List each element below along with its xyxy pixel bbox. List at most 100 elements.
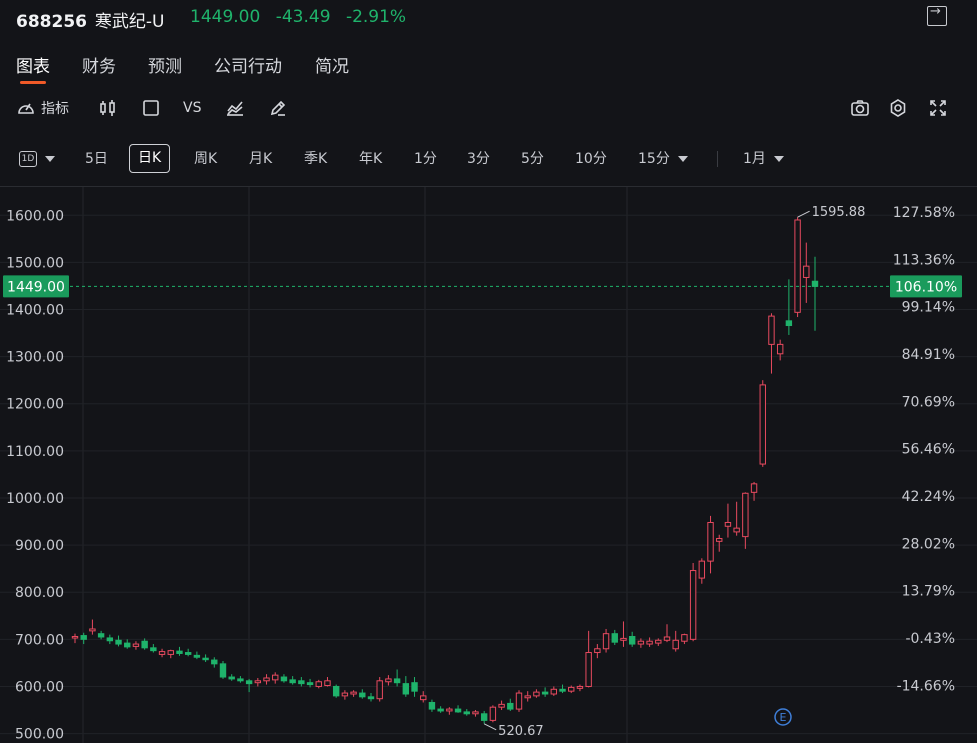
candle-body (420, 695, 427, 701)
settings-button[interactable] (888, 95, 908, 121)
price-change-pct: -2.91% (345, 7, 407, 27)
period-1min[interactable]: 1分 (414, 144, 437, 174)
candle-body (646, 640, 653, 645)
type-badge: 1D (18, 151, 38, 167)
period-weekly[interactable]: 周K (194, 144, 217, 174)
right-tick-label: 56.46% (902, 442, 955, 458)
candle (341, 690, 349, 700)
y-tick-label: 1600.00 (6, 208, 64, 224)
candle (411, 677, 418, 697)
candle (106, 634, 114, 645)
y-tick-label: 600.00 (15, 679, 64, 695)
candle (759, 380, 766, 467)
indicator-button[interactable]: 指标 (16, 95, 69, 121)
candle-body (245, 680, 253, 685)
candle-body (480, 713, 488, 721)
period-daily[interactable]: 日K (129, 144, 171, 173)
tab-profile[interactable]: 简况 (315, 52, 349, 77)
tab-corporate-actions[interactable]: 公司行动 (214, 52, 282, 77)
candle-body (376, 680, 383, 700)
y-tick-label: 700.00 (15, 632, 64, 648)
candle-body (150, 647, 157, 652)
low-label: 520.67 (498, 724, 544, 739)
period-quarterly[interactable]: 季K (304, 144, 327, 174)
fullscreen-icon (930, 100, 946, 116)
vs-compare-button[interactable]: VS (183, 95, 201, 121)
candle-body (428, 701, 436, 710)
y-tick-label: 1200.00 (6, 397, 64, 413)
square-button[interactable] (141, 95, 161, 121)
stock-title: 688256 寒武纪-U (16, 7, 164, 32)
candle (716, 534, 723, 552)
y-tick-label: 500.00 (15, 727, 64, 743)
candle (446, 707, 453, 715)
candle-body (141, 640, 148, 649)
candle (80, 632, 87, 645)
high-marker-line (797, 210, 810, 218)
screenshot-button[interactable] (850, 95, 870, 121)
candlestick-chart[interactable]: 1600.00 1500.00 1400.00 1300.00 1200.00 1100.… (0, 187, 977, 743)
candle (89, 619, 96, 635)
candle-body (750, 483, 758, 493)
y-tick-label: 800.00 (15, 585, 64, 601)
period-monthly[interactable]: 月K (249, 144, 272, 174)
fullscreen-button[interactable] (928, 95, 948, 121)
y-tick-label: 1400.00 (6, 303, 64, 319)
right-tick-label: -14.66% (897, 678, 955, 694)
candle-body (707, 521, 714, 562)
candle-body (298, 680, 305, 685)
candle (141, 638, 148, 650)
candle (533, 689, 540, 698)
candle-body (289, 679, 296, 684)
header-bar: 688256 寒武纪-U 1449.00 -43.49 -2.91% (0, 0, 977, 36)
candle-body (576, 685, 584, 689)
candle-body (350, 691, 357, 695)
tab-forecast[interactable]: 预测 (148, 52, 182, 77)
tab-chart[interactable]: 图表 (16, 52, 50, 84)
period-15min-label: 15分 (638, 151, 670, 167)
candlestick-type-button[interactable] (98, 95, 118, 121)
candle (367, 693, 375, 702)
candle (489, 705, 497, 723)
candle-body (71, 636, 79, 639)
right-tick-label: 28.02% (902, 536, 955, 552)
candle (472, 710, 479, 717)
chart-type-dropdown[interactable]: 1D (16, 144, 58, 174)
candle-body (272, 674, 279, 681)
low-marker-line (483, 723, 497, 731)
period-10min[interactable]: 10分 (575, 144, 607, 174)
candle (428, 699, 436, 712)
candle (97, 630, 105, 640)
range-dropdown[interactable]: 1月 (743, 144, 784, 174)
candle (785, 279, 793, 335)
candle (811, 256, 819, 331)
stock-code: 688256 (16, 12, 87, 32)
candle-body (742, 492, 749, 538)
price-change: -43.49 (275, 7, 331, 27)
candle (689, 563, 697, 642)
exit-panel-icon[interactable] (927, 4, 947, 26)
chart-draw-button[interactable] (225, 95, 245, 121)
candle-body (306, 682, 314, 686)
period-3min[interactable]: 3分 (467, 144, 490, 174)
candle (628, 631, 636, 647)
y-tick-label: 1300.00 (6, 350, 64, 366)
period-5d[interactable]: 5日 (85, 144, 108, 174)
period-yearly[interactable]: 年K (359, 144, 382, 174)
tab-financials[interactable]: 财务 (82, 52, 116, 77)
candle (176, 646, 183, 656)
candle-body (550, 688, 558, 695)
candle (393, 669, 401, 687)
candle-body (724, 521, 732, 527)
candle-body (663, 636, 671, 641)
candle-body (315, 681, 322, 687)
y-tick-label: 1100.00 (6, 444, 64, 460)
chart-grid (0, 187, 977, 743)
right-tick-label: 70.69% (902, 394, 955, 410)
right-tick-label: 84.91% (902, 347, 955, 363)
candle (733, 501, 740, 536)
right-tick-label: 42.24% (902, 489, 955, 505)
period-5min[interactable]: 5分 (521, 144, 544, 174)
pencil-button[interactable] (268, 95, 288, 121)
period-15min-dropdown[interactable]: 15分 (638, 144, 688, 174)
